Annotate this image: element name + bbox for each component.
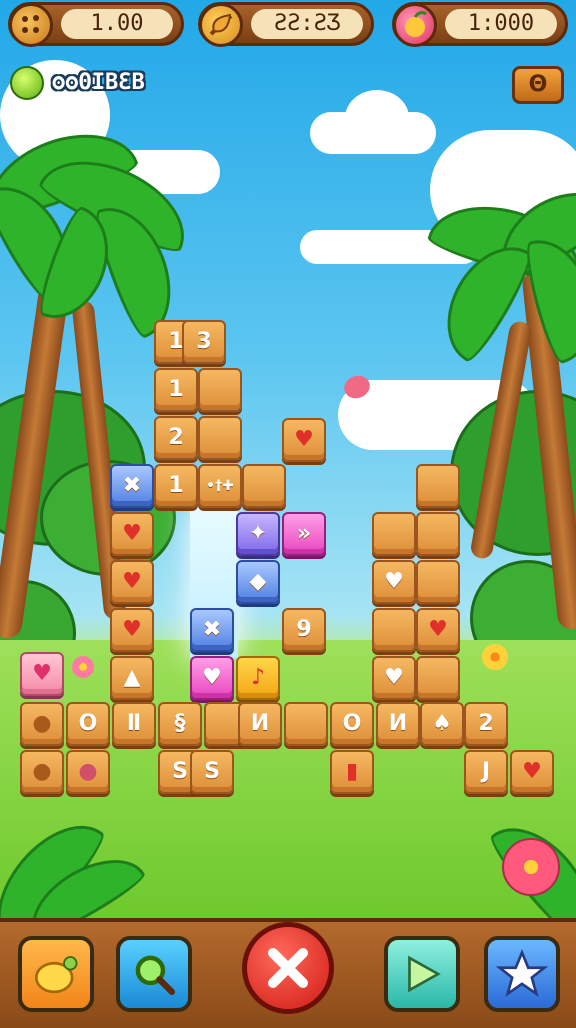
flower bbox=[502, 838, 560, 896]
tile[interactable]: ✖ bbox=[110, 464, 154, 508]
play-button[interactable] bbox=[384, 936, 460, 1012]
tile[interactable] bbox=[416, 560, 460, 604]
tile[interactable]: ◆ bbox=[236, 560, 280, 604]
tile[interactable]: 1 bbox=[154, 368, 198, 412]
tile[interactable]: •†✚ bbox=[198, 464, 242, 508]
coin-value: ʘʘΘӀΒƐΒ bbox=[52, 70, 145, 95]
tile[interactable]: ♪ bbox=[236, 656, 280, 700]
tile[interactable]: O bbox=[330, 702, 374, 746]
flower bbox=[72, 656, 94, 678]
tile[interactable]: ✖ bbox=[190, 608, 234, 652]
tile[interactable]: Ⅱ bbox=[112, 702, 156, 746]
tile[interactable]: ♥ bbox=[190, 656, 234, 700]
tile[interactable] bbox=[372, 512, 416, 556]
tile[interactable] bbox=[284, 702, 328, 746]
tile[interactable]: ● bbox=[66, 750, 110, 794]
tile[interactable]: ♥ bbox=[510, 750, 554, 794]
tile[interactable] bbox=[198, 416, 242, 460]
tile[interactable]: ● bbox=[20, 702, 64, 746]
cloud bbox=[345, 90, 409, 146]
menu-badge-button[interactable]: Θ bbox=[512, 66, 564, 104]
tile[interactable]: ● bbox=[20, 750, 64, 794]
tile[interactable]: ♥ bbox=[282, 418, 326, 462]
tile[interactable]: ♥ bbox=[110, 608, 154, 652]
tile[interactable]: 2 bbox=[464, 702, 508, 746]
tile[interactable]: » bbox=[282, 512, 326, 556]
tile[interactable]: § bbox=[158, 702, 202, 746]
tile[interactable]: ▮ bbox=[330, 750, 374, 794]
lives-counter[interactable]: 1.00 bbox=[8, 2, 184, 47]
tile[interactable]: И bbox=[376, 702, 420, 746]
timer-value: ƧƧ:ƧƷ bbox=[251, 9, 363, 39]
tile[interactable]: S bbox=[190, 750, 234, 794]
tile[interactable]: ✦ bbox=[236, 512, 280, 556]
cookie-icon bbox=[9, 3, 53, 47]
tile[interactable]: ▲ bbox=[110, 656, 154, 700]
play-arrow-icon bbox=[408, 955, 441, 993]
tile[interactable]: ♥ bbox=[110, 512, 154, 556]
magnifier-icon bbox=[135, 955, 176, 996]
tile[interactable]: И bbox=[238, 702, 282, 746]
score-value: 1:000 bbox=[445, 9, 557, 39]
tile[interactable]: 2 bbox=[154, 416, 198, 460]
lives-value: 1.00 bbox=[61, 9, 173, 39]
timer-counter[interactable]: ƧƧ:ƧƷ bbox=[198, 2, 374, 47]
star-icon bbox=[495, 949, 549, 997]
lemon-icon bbox=[34, 956, 78, 994]
tile[interactable]: 1 bbox=[154, 464, 198, 508]
search-button[interactable] bbox=[116, 936, 192, 1012]
tile[interactable]: ♥ bbox=[372, 656, 416, 700]
tile[interactable] bbox=[242, 464, 286, 508]
tile[interactable]: 9 bbox=[282, 608, 326, 652]
star-button[interactable] bbox=[484, 936, 560, 1012]
close-button[interactable] bbox=[242, 922, 334, 1014]
tile[interactable]: 3 bbox=[182, 320, 226, 364]
tile[interactable] bbox=[198, 368, 242, 412]
tile[interactable] bbox=[416, 512, 460, 556]
close-x-icon bbox=[268, 948, 308, 988]
leaf-icon bbox=[199, 3, 243, 47]
tile[interactable]: O bbox=[66, 702, 110, 746]
score-counter[interactable]: 1:000 bbox=[392, 2, 568, 47]
tile[interactable]: ♥ bbox=[372, 560, 416, 604]
tile[interactable]: ♥ bbox=[20, 652, 64, 696]
tile[interactable] bbox=[416, 656, 460, 700]
hint-lemon-button[interactable] bbox=[18, 936, 94, 1012]
tile[interactable] bbox=[416, 464, 460, 508]
flower bbox=[482, 644, 508, 670]
tile[interactable]: ♥ bbox=[110, 560, 154, 604]
tile[interactable]: ♠ bbox=[420, 702, 464, 746]
tile[interactable]: ♥ bbox=[416, 608, 460, 652]
tile[interactable]: J bbox=[464, 750, 508, 794]
green-gem-icon bbox=[10, 66, 44, 100]
tile[interactable] bbox=[372, 608, 416, 652]
fruit-icon bbox=[393, 3, 437, 47]
